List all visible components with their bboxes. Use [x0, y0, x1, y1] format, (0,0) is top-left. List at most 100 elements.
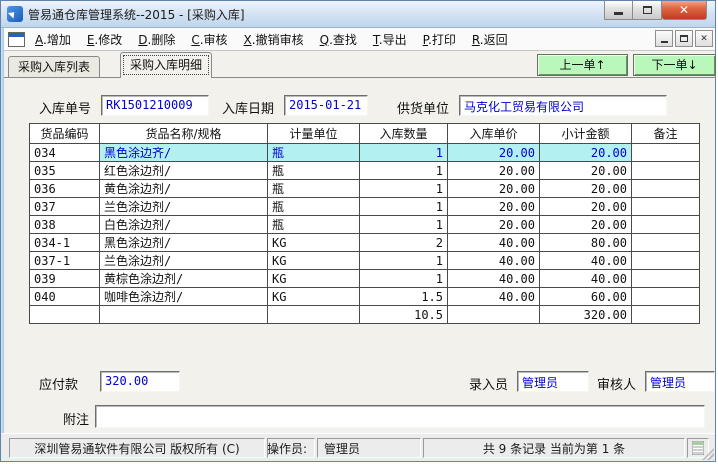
- cell[interactable]: 035: [30, 162, 100, 180]
- caption-buttons: ✕: [604, 1, 707, 20]
- menu-item-C[interactable]: C.审核: [191, 31, 227, 48]
- supplier-field[interactable]: 马克化工贸易有限公司: [459, 95, 667, 116]
- auditor-field[interactable]: 管理员: [645, 371, 715, 392]
- cell[interactable]: 20.00: [448, 216, 540, 234]
- cell[interactable]: 兰色涂边剂/: [100, 252, 268, 270]
- cell[interactable]: [632, 288, 700, 306]
- cell[interactable]: 039: [30, 270, 100, 288]
- cell[interactable]: 2: [360, 234, 448, 252]
- cell[interactable]: 1: [360, 252, 448, 270]
- cell[interactable]: 20.00: [540, 162, 632, 180]
- cell[interactable]: 20.00: [448, 198, 540, 216]
- cell[interactable]: 1: [360, 162, 448, 180]
- cell[interactable]: KG: [268, 288, 360, 306]
- cell[interactable]: 黑色涂边齐/: [100, 144, 268, 162]
- cell[interactable]: 40.00: [448, 288, 540, 306]
- cell[interactable]: [632, 234, 700, 252]
- menu-item-A[interactable]: A.增加: [35, 31, 71, 48]
- title-bar[interactable]: 管易通仓库管理系统--2015 - [采购入库] ✕: [1, 1, 715, 28]
- entry-by-field[interactable]: 管理员: [517, 371, 589, 392]
- cell[interactable]: 40.00: [540, 252, 632, 270]
- cell[interactable]: 兰色涂边剂/: [100, 198, 268, 216]
- prev-order-button[interactable]: 上一单↑: [537, 54, 628, 76]
- cell[interactable]: 20.00: [448, 144, 540, 162]
- cell[interactable]: 038: [30, 216, 100, 234]
- column-header: 货品名称/规格: [100, 124, 268, 144]
- mdi-minimize-button[interactable]: [655, 30, 673, 47]
- next-order-button[interactable]: 下一单↓: [633, 54, 716, 76]
- cell[interactable]: 红色涂边剂/: [100, 162, 268, 180]
- cell[interactable]: 瓶: [268, 144, 360, 162]
- note-field[interactable]: [95, 405, 705, 428]
- cell[interactable]: [632, 180, 700, 198]
- cell[interactable]: 040: [30, 288, 100, 306]
- cell[interactable]: 1.5: [360, 288, 448, 306]
- cell[interactable]: 白色涂边剂/: [100, 216, 268, 234]
- cell[interactable]: 1: [360, 216, 448, 234]
- mdi-minimize-icon: [661, 41, 668, 43]
- cell[interactable]: 20.00: [540, 198, 632, 216]
- mdi-close-button[interactable]: ✕: [695, 30, 713, 47]
- cell[interactable]: 黄色涂边剂/: [100, 180, 268, 198]
- cell[interactable]: 咖啡色涂边剂/: [100, 288, 268, 306]
- cell[interactable]: 1: [360, 198, 448, 216]
- cell[interactable]: 037: [30, 198, 100, 216]
- tab-purchase-inbound-list[interactable]: 采购入库列表: [8, 56, 100, 78]
- cell[interactable]: 1: [360, 270, 448, 288]
- cell[interactable]: 036: [30, 180, 100, 198]
- operator-label-panel: 操作员:: [267, 438, 315, 458]
- app-icon[interactable]: [7, 6, 23, 22]
- cell[interactable]: 黑色涂边剂/: [100, 234, 268, 252]
- mdi-restore-icon: [680, 35, 688, 42]
- cell[interactable]: 瓶: [268, 216, 360, 234]
- cell[interactable]: 034-1: [30, 234, 100, 252]
- cell[interactable]: 037-1: [30, 252, 100, 270]
- cell[interactable]: 20.00: [540, 180, 632, 198]
- cell[interactable]: 40.00: [448, 234, 540, 252]
- cell[interactable]: 瓶: [268, 162, 360, 180]
- tab-purchase-inbound-detail[interactable]: 采购入库明细: [120, 52, 212, 78]
- date-field[interactable]: 2015-01-21: [284, 95, 368, 116]
- cell[interactable]: 20.00: [448, 180, 540, 198]
- cell[interactable]: [632, 216, 700, 234]
- cell[interactable]: [632, 144, 700, 162]
- maximize-button[interactable]: [633, 1, 662, 20]
- cell[interactable]: 20.00: [540, 216, 632, 234]
- menu-item-R[interactable]: R.返回: [472, 31, 508, 48]
- cell[interactable]: [632, 198, 700, 216]
- menu-item-D[interactable]: D.删除: [138, 31, 175, 48]
- cell[interactable]: KG: [268, 252, 360, 270]
- order-no-field[interactable]: RK1501210009: [101, 95, 209, 116]
- cell[interactable]: 40.00: [448, 270, 540, 288]
- close-button[interactable]: ✕: [662, 1, 707, 20]
- cell[interactable]: 20.00: [540, 144, 632, 162]
- cell[interactable]: 1: [360, 180, 448, 198]
- cell[interactable]: [632, 252, 700, 270]
- cell[interactable]: 瓶: [268, 180, 360, 198]
- menu-item-T[interactable]: T.导出: [373, 31, 407, 48]
- cell[interactable]: 40.00: [540, 270, 632, 288]
- cell[interactable]: [632, 270, 700, 288]
- cell[interactable]: 20.00: [448, 162, 540, 180]
- totals-row: 10.5320.00: [30, 306, 700, 324]
- cell[interactable]: 034: [30, 144, 100, 162]
- mdi-restore-button[interactable]: [675, 30, 693, 47]
- cell[interactable]: KG: [268, 234, 360, 252]
- cell[interactable]: 1: [360, 144, 448, 162]
- cell[interactable]: KG: [268, 270, 360, 288]
- menu-item-X[interactable]: X.撤销审核: [244, 31, 304, 48]
- menu-item-Q[interactable]: Q.查找: [320, 31, 357, 48]
- cell[interactable]: 60.00: [540, 288, 632, 306]
- cell[interactable]: 瓶: [268, 198, 360, 216]
- cell[interactable]: [632, 162, 700, 180]
- form-icon[interactable]: [8, 32, 25, 47]
- cell[interactable]: 80.00: [540, 234, 632, 252]
- minimize-button[interactable]: [604, 1, 633, 20]
- cell[interactable]: 黄棕色涂边剂/: [100, 270, 268, 288]
- copyright-panel: 深圳管易通软件有限公司 版权所有 (C): [9, 438, 265, 458]
- menu-item-P[interactable]: P.打印: [423, 31, 456, 48]
- totals-cell: 10.5: [360, 306, 448, 324]
- cell[interactable]: 40.00: [448, 252, 540, 270]
- menu-item-E[interactable]: E.修改: [87, 31, 122, 48]
- payable-field[interactable]: 320.00: [100, 371, 180, 392]
